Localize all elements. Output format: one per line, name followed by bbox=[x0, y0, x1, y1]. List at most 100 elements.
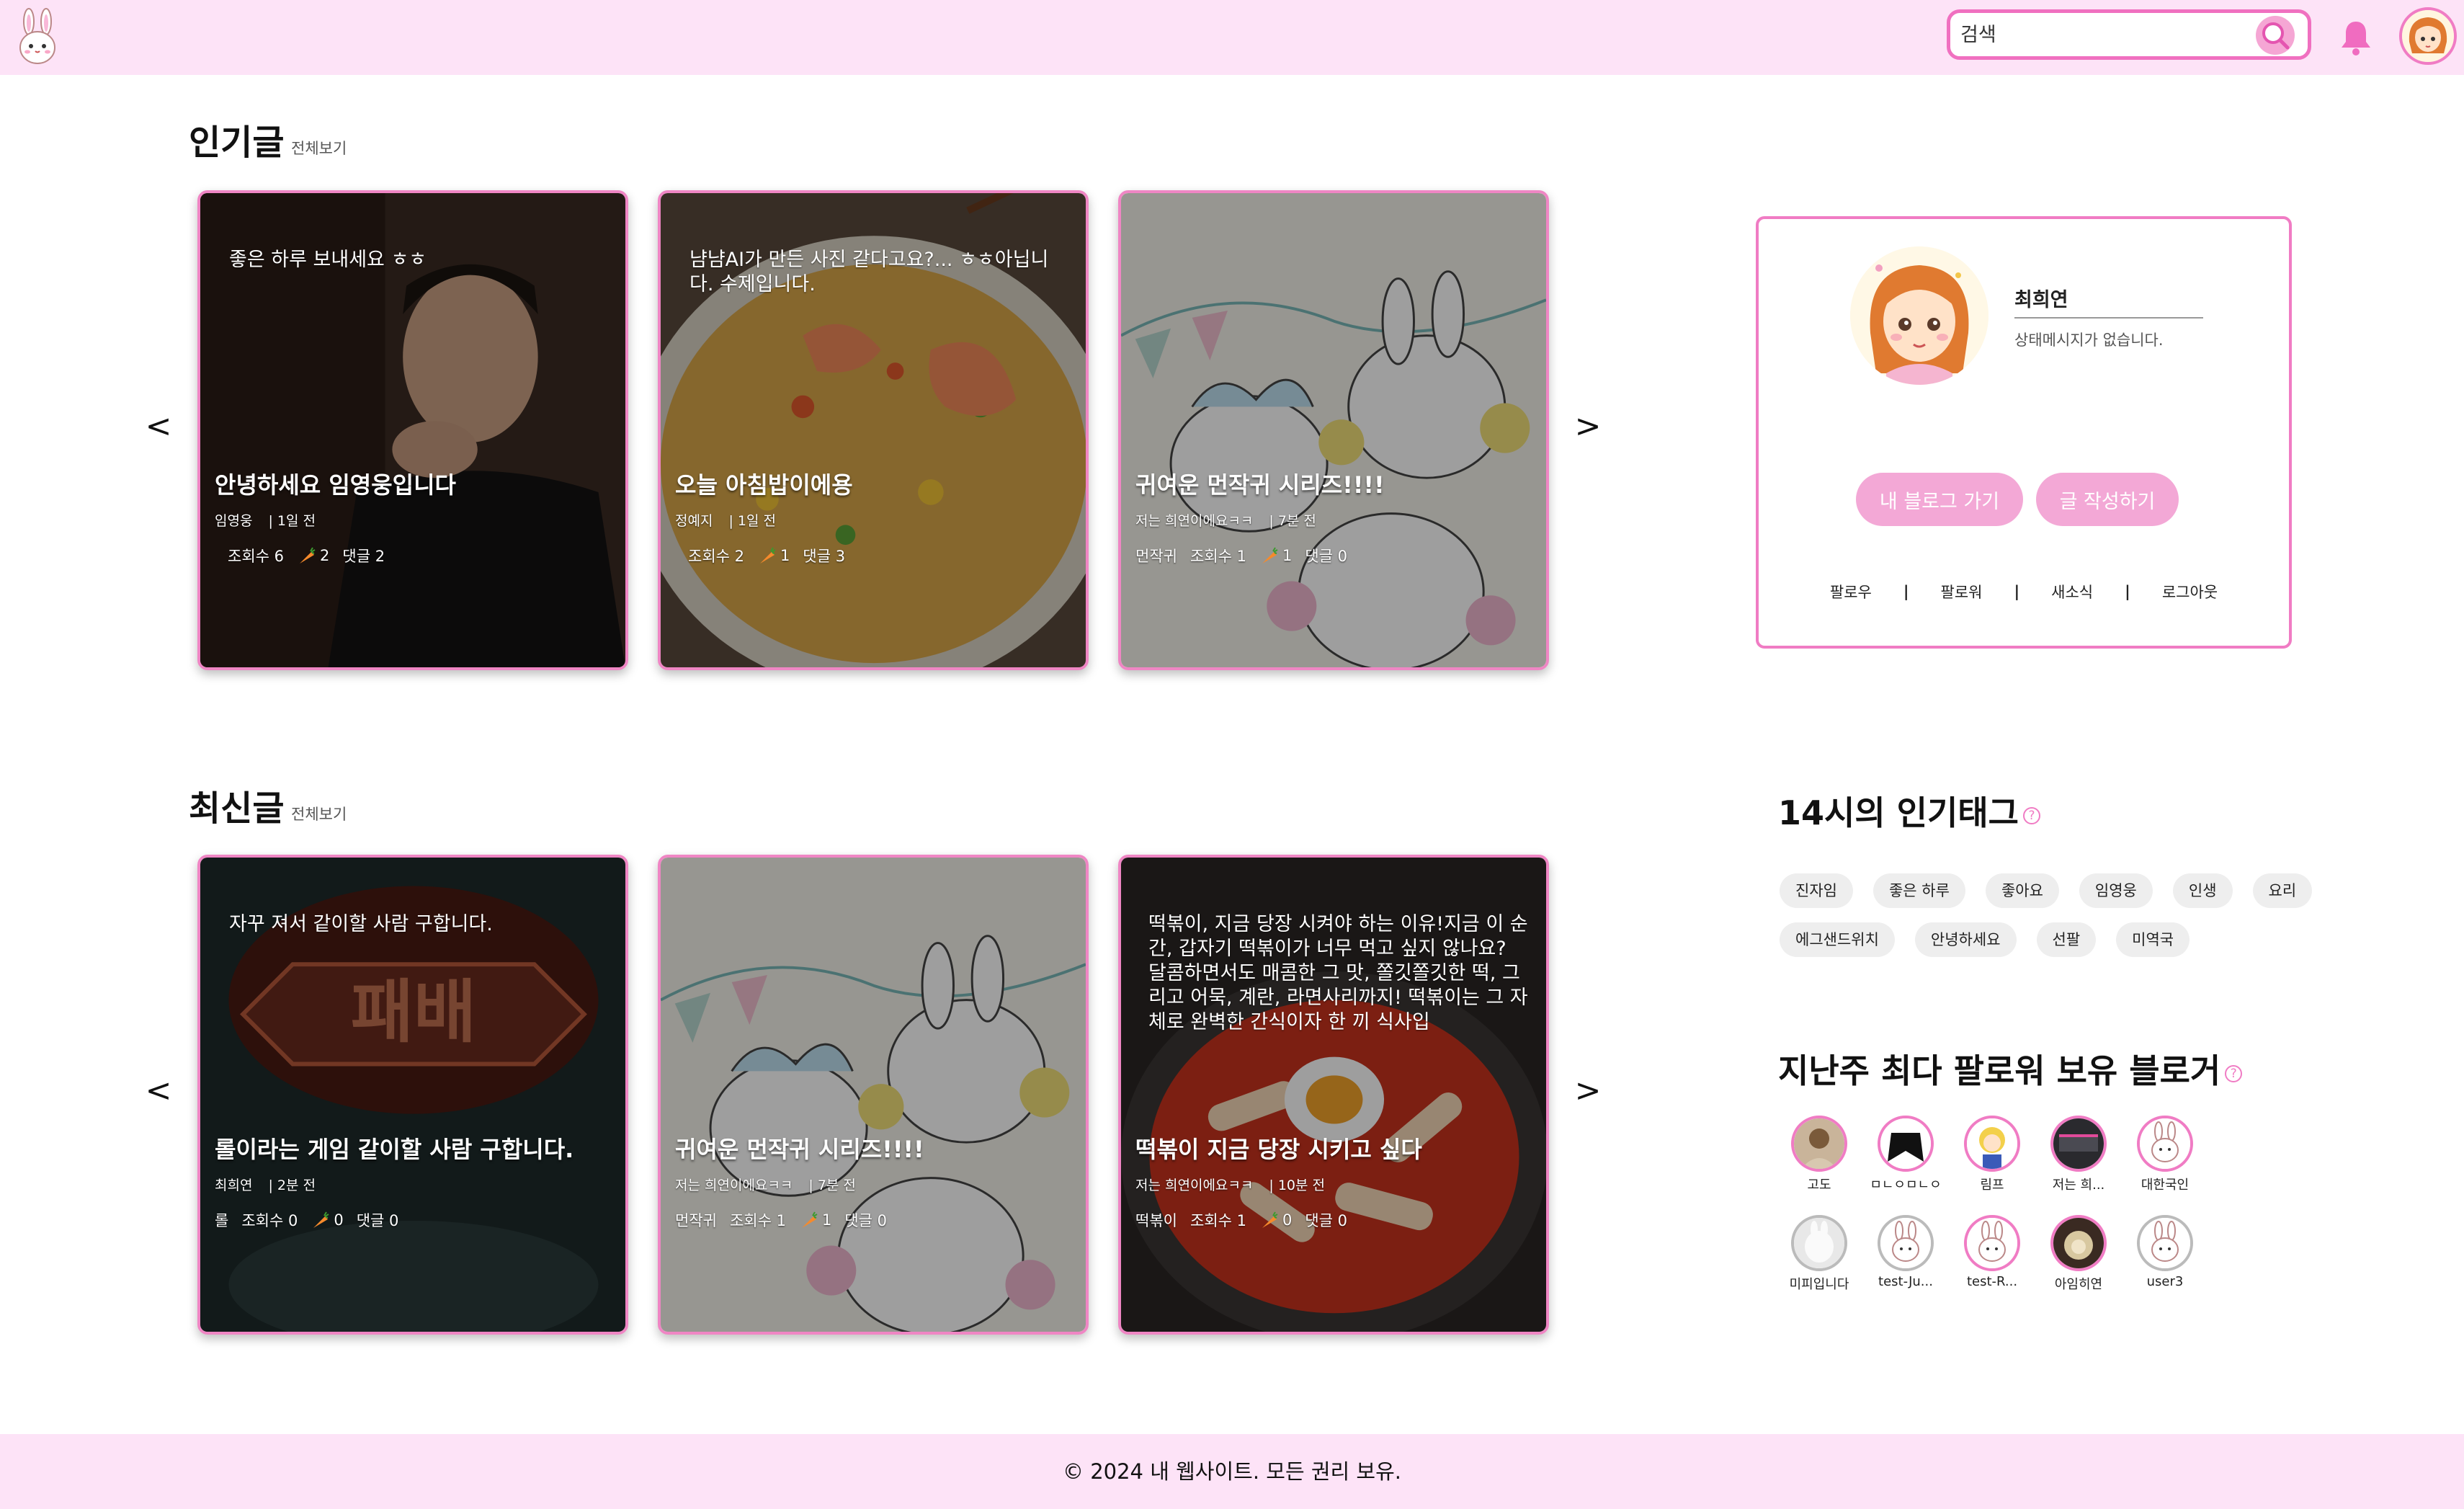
card-views: 조회수 2 bbox=[688, 548, 744, 565]
card-stats: 먼작귀 조회수 1 1 댓글 0 bbox=[1135, 545, 1360, 566]
top-bloggers-list: 고도 ㅁㄴㅇㅁㄴㅇ 림프 저는 희... 대한국인 미피입니다 test-Ju.… bbox=[1780, 1116, 2193, 1293]
my-blog-button[interactable]: 내 블로그 가기 bbox=[1856, 473, 2023, 526]
card-comments: 댓글 0 bbox=[356, 1212, 399, 1229]
card-author[interactable]: 정예지 bbox=[675, 513, 713, 529]
card-time: | 7분 전 bbox=[808, 1178, 856, 1193]
tag-chip[interactable]: 선팔 bbox=[2036, 922, 2097, 957]
blogger-item[interactable]: 아임히연 bbox=[2039, 1215, 2118, 1293]
carrot-icon bbox=[1262, 1211, 1278, 1228]
post-card[interactable]: 좋은 하루 보내세요 ㅎㅎ 안녕하세요 임영웅입니다 임영웅 | 1일 전 조회수… bbox=[197, 190, 628, 670]
post-card[interactable]: 냠냠AI가 만든 사진 같다고요?... ㅎㅎ아닙니다. 수제입니다. 오늘 아… bbox=[658, 190, 1089, 670]
card-stats: 먼작귀 조회수 1 1 댓글 0 bbox=[675, 1209, 900, 1231]
profile-avatar[interactable] bbox=[1850, 246, 1988, 385]
blogger-name: 저는 희... bbox=[2052, 1178, 2105, 1193]
tag-chip[interactable]: 임영웅 bbox=[2079, 873, 2153, 908]
followers-link[interactable]: 팔로워 bbox=[1941, 581, 1983, 602]
top-bloggers-title-text: 지난주 최다 팔로워 보유 블로거 bbox=[1778, 1051, 2221, 1090]
tag-chip[interactable]: 에그샌드위치 bbox=[1780, 922, 1895, 957]
divider: | bbox=[1903, 583, 1909, 600]
card-category: 먼작귀 bbox=[1135, 548, 1177, 565]
card-title: 롤이라는 게임 같이할 사람 구합니다. bbox=[215, 1136, 574, 1163]
write-post-button[interactable]: 글 작성하기 bbox=[2036, 473, 2179, 526]
post-card[interactable]: 귀여운 먼작귀 시리즈!!!! 저는 희연이에요ㅋㅋ | 7분 전 먼작귀 조회수… bbox=[1118, 190, 1549, 670]
card-views: 조회수 1 bbox=[729, 1212, 786, 1229]
popular-next-button[interactable]: > bbox=[1574, 408, 1602, 445]
post-card[interactable]: 떡볶이, 지금 당장 시켜야 하는 이유!지금 이 순간, 갑자기 떡볶이가 너… bbox=[1118, 855, 1549, 1335]
bunny-logo-icon[interactable] bbox=[16, 7, 59, 68]
latest-next-button[interactable]: > bbox=[1574, 1072, 1602, 1109]
blogger-item[interactable]: ㅁㄴㅇㅁㄴㅇ bbox=[1866, 1116, 1945, 1193]
tag-chip[interactable]: 진자임 bbox=[1780, 873, 1853, 908]
card-title: 오늘 아침밥이에용 bbox=[675, 471, 853, 499]
post-card[interactable]: 패배 자꾸 져서 같이할 사람 구합니다. 롤이라는 게임 같이할 사람 구합니… bbox=[197, 855, 628, 1335]
help-icon[interactable]: ? bbox=[2022, 806, 2040, 824]
card-author[interactable]: 최희연 bbox=[215, 1178, 252, 1193]
blogger-item[interactable]: 림프 bbox=[1952, 1116, 2032, 1193]
popular-tags-title-text: 14시의 인기태그 bbox=[1778, 793, 2019, 832]
latest-prev-button[interactable]: < bbox=[144, 1072, 173, 1109]
card-author[interactable]: 임영웅 bbox=[215, 513, 252, 529]
blogger-item[interactable]: 미피입니다 bbox=[1780, 1215, 1859, 1293]
card-views: 조회수 0 bbox=[241, 1212, 298, 1229]
blogger-avatar bbox=[1964, 1215, 2020, 1271]
card-author[interactable]: 저는 희연이에요ㅋㅋ bbox=[1135, 513, 1253, 529]
card-comments: 댓글 0 bbox=[1305, 1212, 1348, 1229]
popular-tags-list: 진자임 좋은 하루 좋아요 임영웅 인생 요리 에그샌드위치 안녕하세요 선팔 … bbox=[1780, 873, 2342, 957]
tag-chip[interactable]: 좋은 하루 bbox=[1872, 873, 1965, 908]
search-box bbox=[1947, 9, 2311, 60]
search-button[interactable] bbox=[2256, 16, 2295, 55]
tag-chip[interactable]: 좋아요 bbox=[1985, 873, 2059, 908]
card-author[interactable]: 저는 희연이에요ㅋㅋ bbox=[675, 1178, 793, 1193]
profile-card: 최희연 상태메시지가 없습니다. 내 블로그 가기 글 작성하기 팔로우 | 팔… bbox=[1756, 216, 2292, 649]
blogger-item[interactable]: test-Ju... bbox=[1866, 1215, 1945, 1293]
latest-view-all-link[interactable]: 전체보기 bbox=[291, 803, 347, 824]
blogger-item[interactable]: 저는 희... bbox=[2039, 1116, 2118, 1193]
card-overlay bbox=[661, 858, 1086, 1332]
card-author[interactable]: 저는 희연이에요ㅋㅋ bbox=[1135, 1178, 1253, 1193]
card-likes: 0 bbox=[334, 1211, 344, 1229]
blogger-name: 림프 bbox=[1980, 1178, 2004, 1193]
tag-chip[interactable]: 미역국 bbox=[2116, 922, 2190, 957]
tag-chip[interactable]: 요리 bbox=[2252, 873, 2313, 908]
user-avatar[interactable] bbox=[2399, 7, 2457, 65]
keyboard-photo-icon bbox=[2053, 1118, 2104, 1169]
search-input[interactable] bbox=[1960, 19, 2249, 50]
blogger-avatar bbox=[1878, 1116, 1934, 1172]
bell-icon[interactable] bbox=[2339, 19, 2373, 56]
tag-chip[interactable]: 인생 bbox=[2172, 873, 2233, 908]
bunny-avatar-icon bbox=[1880, 1218, 1931, 1268]
divider: | bbox=[2125, 583, 2130, 600]
news-link[interactable]: 새소식 bbox=[2051, 581, 2093, 602]
blogger-avatar bbox=[2050, 1215, 2107, 1271]
card-comments: 댓글 2 bbox=[342, 548, 385, 565]
card-likes: 1 bbox=[780, 547, 790, 564]
post-card[interactable]: 귀여운 먼작귀 시리즈!!!! 저는 희연이에요ㅋㅋ | 7분 전 먼작귀 조회수… bbox=[658, 855, 1089, 1335]
top-bloggers-title: 지난주 최다 팔로워 보유 블로거? bbox=[1778, 1045, 2243, 1092]
card-meta: 저는 희연이에요ㅋㅋ | 7분 전 bbox=[675, 1175, 865, 1194]
popular-view-all-link[interactable]: 전체보기 bbox=[291, 137, 347, 159]
help-icon[interactable]: ? bbox=[2225, 1064, 2243, 1082]
card-comments: 댓글 0 bbox=[1305, 548, 1348, 565]
blogger-item[interactable]: test-R... bbox=[1952, 1215, 2032, 1293]
blogger-avatar bbox=[1791, 1215, 1847, 1271]
card-views: 조회수 6 bbox=[228, 548, 284, 565]
card-likes: 0 bbox=[1282, 1211, 1293, 1229]
logout-link[interactable]: 로그아웃 bbox=[2162, 581, 2218, 602]
profile-divider bbox=[2014, 317, 2203, 319]
blogger-item[interactable]: 대한국인 bbox=[2125, 1116, 2205, 1193]
card-time: | 2분 전 bbox=[268, 1178, 316, 1193]
blogger-item[interactable]: 고도 bbox=[1780, 1116, 1859, 1193]
blogger-item[interactable]: user3 bbox=[2125, 1215, 2205, 1293]
footer: © 2024 내 웹사이트. 모든 권리 보유. bbox=[0, 1434, 2464, 1509]
card-likes: 1 bbox=[821, 1211, 832, 1229]
tag-chip[interactable]: 안녕하세요 bbox=[1914, 922, 2017, 957]
card-excerpt: 자꾸 져서 같이할 사람 구합니다. bbox=[229, 913, 493, 935]
card-meta: 최희연 | 2분 전 bbox=[215, 1175, 324, 1194]
following-link[interactable]: 팔로우 bbox=[1830, 581, 1872, 602]
black-shape-icon bbox=[1880, 1118, 1931, 1169]
card-views: 조회수 1 bbox=[1189, 1212, 1246, 1229]
card-title: 안녕하세요 임영웅입니다 bbox=[215, 471, 456, 499]
carrot-icon bbox=[300, 547, 316, 564]
top-header bbox=[0, 0, 2464, 75]
popular-prev-button[interactable]: < bbox=[144, 408, 173, 445]
